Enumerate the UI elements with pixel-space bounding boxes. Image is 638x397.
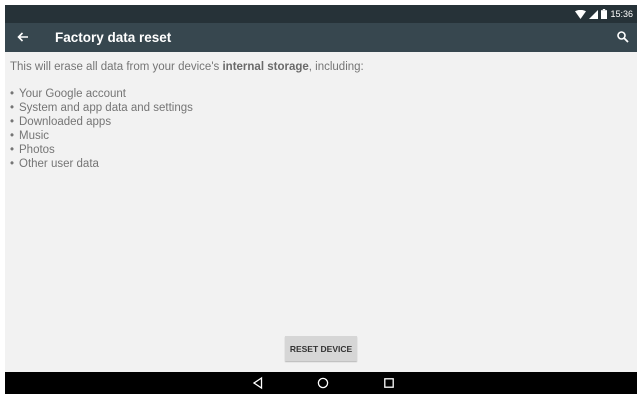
circle-home-icon [317, 377, 329, 389]
reset-device-button[interactable]: RESET DEVICE [285, 336, 357, 361]
list-item: • Other user data [10, 158, 99, 170]
storage-emphasis: internal storage [222, 61, 309, 73]
navigation-bar [5, 372, 637, 394]
battery-icon [601, 9, 608, 19]
search-icon [617, 31, 629, 43]
status-time: 15:36 [610, 9, 633, 19]
nav-recents-button[interactable] [382, 376, 396, 390]
list-item: • System and app data and settings [10, 102, 193, 114]
list-item: • Downloaded apps [10, 116, 112, 128]
erased-data-list: • Your Google account • System and app dat… [10, 87, 627, 171]
device-screen: 15:36 Factory data reset This will erase… [5, 5, 637, 394]
page-title: Factory data reset [55, 30, 172, 45]
status-icons: 15:36 [575, 5, 633, 23]
toolbar: Factory data reset [5, 23, 637, 52]
cell-signal-icon [589, 9, 599, 19]
triangle-back-icon [252, 376, 263, 390]
intro-text: This will erase all data from your devic… [10, 61, 364, 73]
back-button[interactable] [15, 29, 31, 45]
nav-home-button[interactable] [316, 376, 330, 390]
list-item: • Music [10, 130, 50, 142]
status-bar: 15:36 [5, 5, 637, 23]
search-button[interactable] [615, 29, 631, 45]
list-item: • Your Google account [10, 88, 126, 100]
arrow-back-icon [17, 32, 28, 42]
wifi-icon [575, 9, 587, 19]
square-recents-icon [384, 378, 394, 388]
reset-description: This will erase all data from your devic… [10, 60, 627, 171]
list-item: • Photos [10, 144, 55, 156]
nav-back-button[interactable] [251, 376, 265, 390]
